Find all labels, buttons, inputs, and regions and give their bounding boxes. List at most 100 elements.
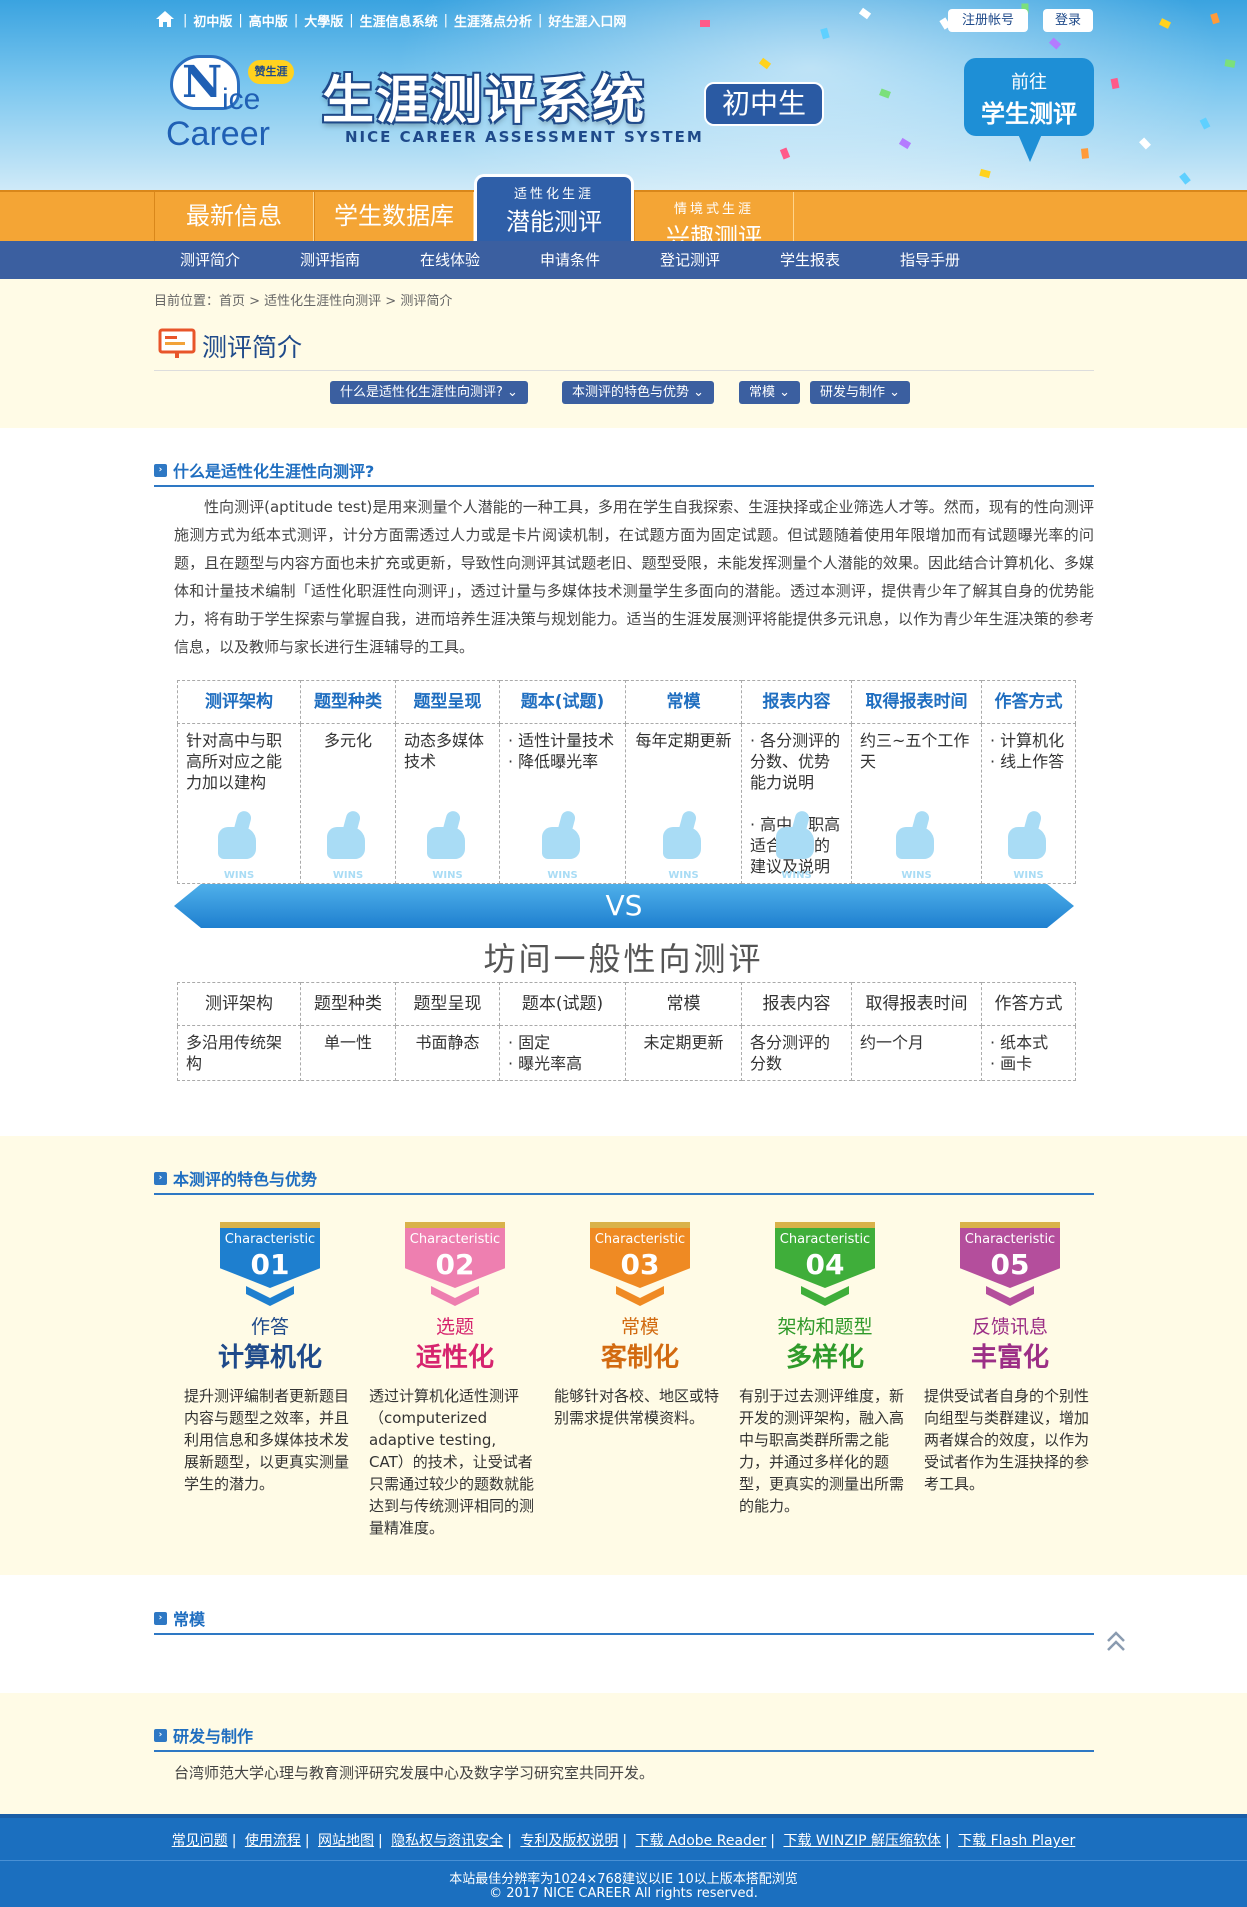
thumb-hand <box>426 827 465 859</box>
wins-label: WINS <box>223 870 255 881</box>
arrow-square-icon: › <box>154 1728 167 1742</box>
top-link-senior[interactable]: 高中版 <box>249 11 288 30</box>
thumb-hand <box>327 827 365 859</box>
table-header-cell: 题本(试题) <box>499 680 626 724</box>
badge-label: Characteristic <box>409 1232 501 1247</box>
chevron-down-icon <box>616 1286 664 1306</box>
footer-link-privacy[interactable]: 隐私权与资讯安全 <box>391 1833 503 1849</box>
footer-link-sitemap[interactable]: 网站地图 <box>318 1833 374 1849</box>
subnav-student-report[interactable]: 学生报表 <box>780 241 840 279</box>
tab-interest-assessment[interactable]: 情境式生涯 兴趣测评 <box>634 192 794 251</box>
top-link-portal[interactable]: 好生涯入口网 <box>548 11 626 30</box>
chevron-down-icon: ⌄ <box>693 385 705 400</box>
subnav-apply[interactable]: 申请条件 <box>540 241 600 279</box>
thumbs-up-icon: WINS <box>323 809 373 881</box>
characteristic-title: 计算机化 <box>217 1343 322 1373</box>
section1-underline <box>154 485 1094 487</box>
badge-number: 03 <box>620 1248 660 1281</box>
section4-underline <box>154 1750 1094 1752</box>
goto-line2: 学生测评 <box>981 100 1077 128</box>
footer-links: 常见问题 | 使用流程 | 网站地图 | 隐私权与资讯安全 | 专利及版权说明 | 下载 … <box>171 1833 1076 1849</box>
thumb-hand <box>662 827 701 859</box>
table-header-cell: 作答方式 <box>981 680 1076 724</box>
subnav-online-trial[interactable]: 在线体验 <box>420 241 480 279</box>
level-badge: 初中生 <box>704 82 824 126</box>
back-to-top-icon[interactable] <box>1105 1629 1127 1655</box>
characteristic-badge-icon: Characteristic 04 <box>775 1222 875 1310</box>
arrow-square-icon: › <box>154 1171 167 1185</box>
anchor-features-label: 本测评的特色与优势 <box>572 385 690 400</box>
home-icon[interactable] <box>155 10 175 28</box>
badge-gold-trim <box>405 1222 505 1228</box>
top-link-junior[interactable]: 初中版 <box>193 11 232 30</box>
table-header-cell: 取得报表时间 <box>851 982 982 1026</box>
anchor-what-is[interactable]: 什么是适性化生涯性向测评? ⌄ <box>330 381 528 404</box>
tab-student-database[interactable]: 学生数据库 <box>314 192 474 241</box>
anchor-features[interactable]: 本测评的特色与优势 ⌄ <box>562 381 715 404</box>
subnav-manual[interactable]: 指导手册 <box>900 241 960 279</box>
nice-feature-table: 测评架构 题型种类 题型呈现 题本(试题) 常模 报表内容 取得报表时间 作答方… <box>177 680 1076 884</box>
general-test-table: 测评架构 题型种类 题型呈现 题本(试题) 常模 报表内容 取得报表时间 作答方… <box>177 982 1076 1081</box>
goto-student-assessment-button[interactable]: 前往 学生测评 <box>964 58 1094 136</box>
characteristic-card: Characteristic 02 选题 适性化 <box>375 1222 535 1374</box>
footer-link-flash[interactable]: 下载 Flash Player <box>958 1833 1075 1849</box>
badge-number: 05 <box>990 1248 1030 1281</box>
badge-number: 04 <box>805 1248 845 1281</box>
table-cell-text: 每年定期更新 <box>635 731 732 750</box>
rd-description: 台湾师范大学心理与教育测评研究发展中心及数字学习研究室共同开发。 <box>174 1764 655 1782</box>
footer-link-copyright[interactable]: 专利及版权说明 <box>520 1833 618 1849</box>
table-cell: 未定期更新 <box>625 1025 742 1081</box>
top-link-career-analysis[interactable]: 生涯落点分析 <box>454 11 532 30</box>
table-header-row: 测评架构 题型种类 题型呈现 题本(试题) 常模 报表内容 取得报表时间 作答方… <box>177 982 1076 1026</box>
footer-link-process[interactable]: 使用流程 <box>245 1833 301 1849</box>
table-cell: 针对高中与职高所对应之能力加以建构 WINS <box>177 723 301 884</box>
top-link-career-info[interactable]: 生涯信息系统 <box>360 11 438 30</box>
badge-gold-trim <box>775 1222 875 1228</box>
section2-underline <box>154 1193 1094 1195</box>
tab-potential-assessment[interactable]: 适性化生涯 潜能测评 <box>474 174 634 241</box>
vs-title: 坊间一般性向测评 <box>483 940 764 978</box>
table-cell-text: 多元化 <box>323 731 372 750</box>
chevron-down-icon: ⌄ <box>779 385 791 400</box>
subnav-intro[interactable]: 测评简介 <box>180 241 240 279</box>
logo[interactable]: N ice Career 赞生涯 <box>160 45 310 155</box>
footer-link-winzip[interactable]: 下载 WINZIP 解压缩软体 <box>783 1833 941 1849</box>
table-cell-text: 书面静态 <box>415 1033 480 1052</box>
chevron-down-icon: ⌄ <box>507 385 518 400</box>
table-header-cell: 常模 <box>625 680 742 724</box>
register-button[interactable]: 注册帐号 <box>948 9 1028 32</box>
footer-link-adobe[interactable]: 下载 Adobe Reader <box>636 1833 767 1849</box>
footer-link-faq[interactable]: 常见问题 <box>172 1833 228 1849</box>
wins-label: WINS <box>332 870 364 881</box>
thumb-hand <box>775 827 814 859</box>
anchor-norm[interactable]: 常模 ⌄ <box>739 381 801 404</box>
table-header-cell: 作答方式 <box>981 982 1076 1026</box>
subnav-register-test[interactable]: 登记测评 <box>660 241 720 279</box>
table-header-row: 测评架构 题型种类 题型呈现 题本(试题) 常模 报表内容 取得报表时间 作答方… <box>177 680 1076 724</box>
title-divider <box>154 370 1094 371</box>
thumbs-up-icon: WINS <box>772 809 822 881</box>
characteristic-title: 丰富化 <box>970 1343 1049 1373</box>
wins-label: WINS <box>901 870 932 881</box>
subnav-guide[interactable]: 测评指南 <box>300 241 360 279</box>
top-link-university[interactable]: 大學版 <box>304 11 343 30</box>
logo-career-text: Career <box>166 115 270 153</box>
login-button[interactable]: 登录 <box>1043 9 1093 32</box>
thumbs-up-icon: WINS <box>538 809 588 881</box>
speech-tail-icon <box>1018 134 1042 162</box>
table-cell: · 纸本式 · 画卡 <box>981 1025 1076 1081</box>
table-row: 针对高中与职高所对应之能力加以建构 WINS 多元化 WINS 动态多媒体技术 WINS ·… <box>177 723 1076 884</box>
characteristic-card: Characteristic 03 常模 客制化 <box>560 1222 720 1374</box>
table-cell-text: · 适性计量技术 · 降低曝光率 <box>508 731 615 771</box>
table-row: 多沿用传统架构 单一性 书面静态 · 固定 · 曝光率高 未定期更新 各分测评的分数 约一个… <box>177 1025 1076 1081</box>
top-nav: | 初中版 | 高中版 | 大學版 | 生涯信息系统 | 生涯落点分析 | 好生… <box>183 11 627 30</box>
tab-news[interactable]: 最新信息 <box>154 192 314 241</box>
characteristic-badge-icon: Characteristic 02 <box>405 1222 505 1310</box>
badge-label: Characteristic <box>779 1232 871 1247</box>
table-cell: · 计算机化 · 线上作答 WINS <box>981 723 1076 884</box>
anchor-rd[interactable]: 研发与制作 ⌄ <box>810 381 911 404</box>
section1-heading: › 什么是适性化生涯性向测评? <box>154 458 374 482</box>
thumbs-up-icon: WINS <box>892 809 942 881</box>
confetti-piece <box>1080 148 1090 159</box>
arrow-square-icon: › <box>154 463 167 477</box>
